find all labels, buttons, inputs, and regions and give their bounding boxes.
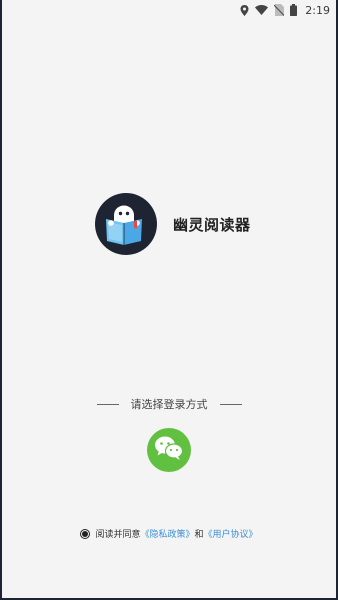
location-icon [240,4,249,16]
agree-radio[interactable] [80,528,91,539]
ghost-reading-book-icon [95,193,157,255]
agreement-conjunction: 和 [194,530,204,540]
login-method-prompt: 请选择登录方式 [130,398,208,411]
wechat-login-button[interactable] [147,428,191,472]
wifi-icon [255,5,269,15]
login-method-divider: 请选择登录方式 [2,396,336,412]
no-sim-icon [274,4,285,16]
agreement-row: 阅读并同意 《隐私政策》 和 《用户协议》 [2,527,336,540]
divider-line-right [219,403,242,405]
status-time: 2:19 [305,3,330,17]
divider-line-left [96,403,119,405]
battery-icon [290,4,298,16]
app-brand: 幽灵阅读器 [95,193,251,255]
login-screen: 2:19 幽灵阅读器 请选择登录方式 阅读并同意 《隐私政策》 和 《用户协议》 [2,0,336,598]
status-bar: 2:19 [2,0,336,20]
app-name: 幽灵阅读器 [173,215,251,234]
agreement-prefix: 阅读并同意 [95,530,141,540]
wechat-icon [154,435,184,465]
user-agreement-link[interactable]: 《用户协议》 [204,527,258,540]
privacy-policy-link[interactable]: 《隐私政策》 [140,527,194,540]
